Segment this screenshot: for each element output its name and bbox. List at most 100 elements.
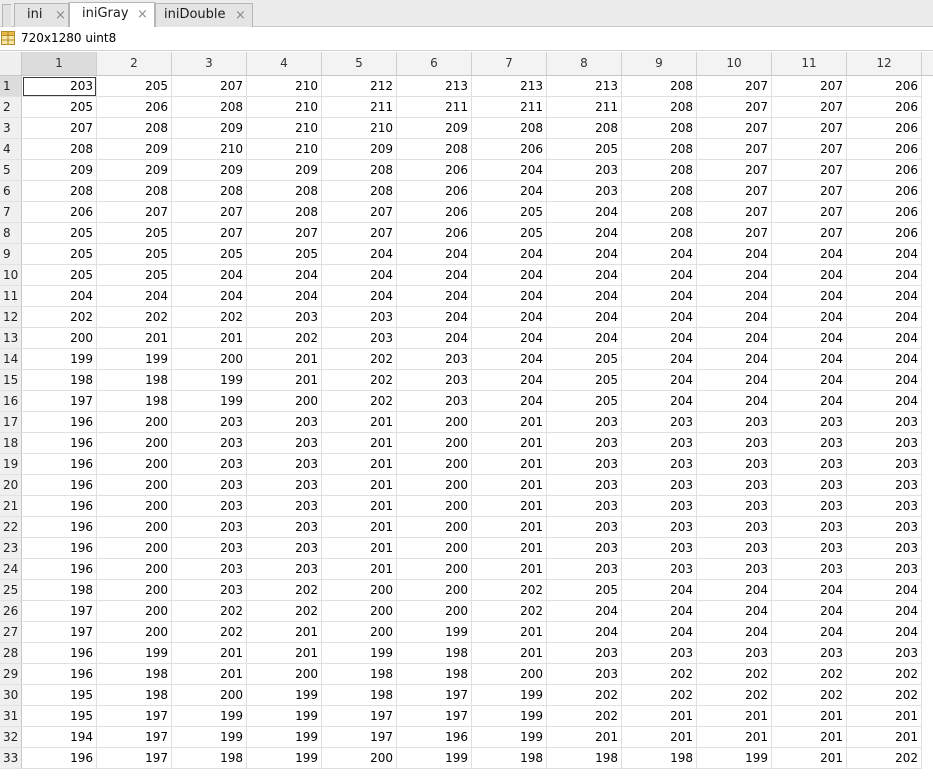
table-cell[interactable]: 204 bbox=[97, 286, 172, 307]
row-header[interactable]: 27 bbox=[0, 622, 22, 643]
table-cell[interactable]: 207 bbox=[697, 118, 772, 139]
table-cell[interactable]: 204 bbox=[772, 307, 847, 328]
table-cell[interactable]: 201 bbox=[322, 454, 397, 475]
table-cell[interactable]: 209 bbox=[172, 160, 247, 181]
table-cell[interactable]: 203 bbox=[247, 559, 322, 580]
table-cell[interactable]: 200 bbox=[397, 433, 472, 454]
table-cell[interactable]: 203 bbox=[697, 496, 772, 517]
table-cell[interactable]: 204 bbox=[172, 265, 247, 286]
row-header[interactable]: 20 bbox=[0, 475, 22, 496]
table-cell[interactable]: 210 bbox=[322, 118, 397, 139]
table-cell[interactable]: 203 bbox=[772, 475, 847, 496]
table-cell[interactable]: 205 bbox=[97, 244, 172, 265]
table-cell[interactable]: 207 bbox=[697, 97, 772, 118]
table-cell[interactable]: 207 bbox=[697, 202, 772, 223]
table-cell[interactable]: 204 bbox=[697, 370, 772, 391]
table-cell[interactable]: 204 bbox=[472, 370, 547, 391]
table-cell[interactable]: 201 bbox=[322, 412, 397, 433]
table-cell[interactable]: 204 bbox=[622, 286, 697, 307]
row-header[interactable]: 25 bbox=[0, 580, 22, 601]
table-cell[interactable]: 207 bbox=[772, 139, 847, 160]
table-cell[interactable]: 207 bbox=[697, 76, 772, 97]
table-cell[interactable]: 203 bbox=[547, 433, 622, 454]
table-cell[interactable]: 197 bbox=[22, 391, 97, 412]
column-header[interactable]: 5 bbox=[322, 52, 397, 75]
table-cell[interactable]: 203 bbox=[847, 559, 922, 580]
table-cell[interactable]: 203 bbox=[397, 391, 472, 412]
table-cell[interactable]: 204 bbox=[697, 244, 772, 265]
table-cell[interactable]: 204 bbox=[847, 265, 922, 286]
table-cell[interactable]: 199 bbox=[172, 391, 247, 412]
table-cell[interactable]: 203 bbox=[847, 517, 922, 538]
table-cell[interactable]: 198 bbox=[97, 391, 172, 412]
table-cell[interactable]: 200 bbox=[322, 601, 397, 622]
table-cell[interactable]: 204 bbox=[847, 370, 922, 391]
table-cell[interactable]: 203 bbox=[247, 517, 322, 538]
table-cell[interactable]: 207 bbox=[772, 223, 847, 244]
table-cell[interactable]: 206 bbox=[397, 160, 472, 181]
table-cell[interactable]: 204 bbox=[847, 601, 922, 622]
table-cell[interactable]: 207 bbox=[772, 181, 847, 202]
table-cell[interactable]: 201 bbox=[847, 706, 922, 727]
table-cell[interactable]: 204 bbox=[172, 286, 247, 307]
table-cell[interactable]: 201 bbox=[322, 496, 397, 517]
table-cell[interactable]: 203 bbox=[247, 538, 322, 559]
column-header[interactable]: 3 bbox=[172, 52, 247, 75]
table-cell[interactable]: 204 bbox=[622, 601, 697, 622]
table-cell[interactable]: 213 bbox=[472, 76, 547, 97]
table-cell[interactable]: 206 bbox=[847, 181, 922, 202]
table-cell[interactable]: 197 bbox=[397, 706, 472, 727]
row-header[interactable]: 15 bbox=[0, 370, 22, 391]
table-cell[interactable]: 200 bbox=[97, 622, 172, 643]
table-cell[interactable]: 202 bbox=[547, 706, 622, 727]
table-cell[interactable]: 204 bbox=[772, 622, 847, 643]
table-cell[interactable]: 206 bbox=[97, 97, 172, 118]
tab-inidouble[interactable]: iniDouble × bbox=[155, 3, 253, 27]
table-cell[interactable]: 197 bbox=[22, 622, 97, 643]
table-cell[interactable]: 208 bbox=[97, 181, 172, 202]
table-cell[interactable]: 208 bbox=[247, 181, 322, 202]
table-cell[interactable]: 203 bbox=[622, 643, 697, 664]
table-cell[interactable]: 196 bbox=[22, 559, 97, 580]
table-cell[interactable]: 201 bbox=[97, 328, 172, 349]
table-cell[interactable]: 209 bbox=[247, 160, 322, 181]
table-cell[interactable]: 196 bbox=[22, 475, 97, 496]
table-cell[interactable]: 203 bbox=[397, 349, 472, 370]
table-cell[interactable]: 202 bbox=[97, 307, 172, 328]
table-cell[interactable]: 207 bbox=[772, 202, 847, 223]
table-cell[interactable]: 204 bbox=[772, 580, 847, 601]
table-cell[interactable]: 200 bbox=[97, 475, 172, 496]
table-cell[interactable]: 204 bbox=[847, 580, 922, 601]
table-cell[interactable]: 203 bbox=[172, 496, 247, 517]
table-cell[interactable]: 204 bbox=[697, 286, 772, 307]
table-cell[interactable]: 201 bbox=[772, 748, 847, 769]
table-cell[interactable]: 201 bbox=[697, 706, 772, 727]
table-cell[interactable]: 204 bbox=[397, 328, 472, 349]
table-cell[interactable]: 204 bbox=[547, 265, 622, 286]
table-cell[interactable]: 209 bbox=[397, 118, 472, 139]
table-cell[interactable]: 204 bbox=[847, 349, 922, 370]
table-cell[interactable]: 213 bbox=[547, 76, 622, 97]
row-header[interactable]: 26 bbox=[0, 601, 22, 622]
table-cell[interactable]: 206 bbox=[847, 97, 922, 118]
table-cell[interactable]: 206 bbox=[472, 139, 547, 160]
row-header[interactable]: 18 bbox=[0, 433, 22, 454]
table-cell[interactable]: 200 bbox=[397, 517, 472, 538]
table-cell[interactable]: 198 bbox=[397, 664, 472, 685]
table-cell[interactable]: 198 bbox=[97, 664, 172, 685]
table-cell[interactable]: 204 bbox=[697, 580, 772, 601]
table-cell[interactable]: 200 bbox=[97, 496, 172, 517]
table-cell[interactable]: 200 bbox=[97, 412, 172, 433]
table-cell[interactable]: 204 bbox=[847, 307, 922, 328]
table-cell[interactable]: 209 bbox=[322, 139, 397, 160]
table-cell[interactable]: 206 bbox=[397, 202, 472, 223]
table-cell[interactable]: 203 bbox=[772, 517, 847, 538]
table-cell[interactable]: 204 bbox=[847, 328, 922, 349]
table-cell[interactable]: 205 bbox=[472, 223, 547, 244]
table-cell[interactable]: 204 bbox=[397, 265, 472, 286]
table-cell[interactable]: 200 bbox=[472, 664, 547, 685]
table-cell[interactable]: 204 bbox=[547, 223, 622, 244]
table-cell[interactable]: 211 bbox=[397, 97, 472, 118]
table-cell[interactable]: 203 bbox=[847, 412, 922, 433]
table-cell[interactable]: 204 bbox=[847, 622, 922, 643]
